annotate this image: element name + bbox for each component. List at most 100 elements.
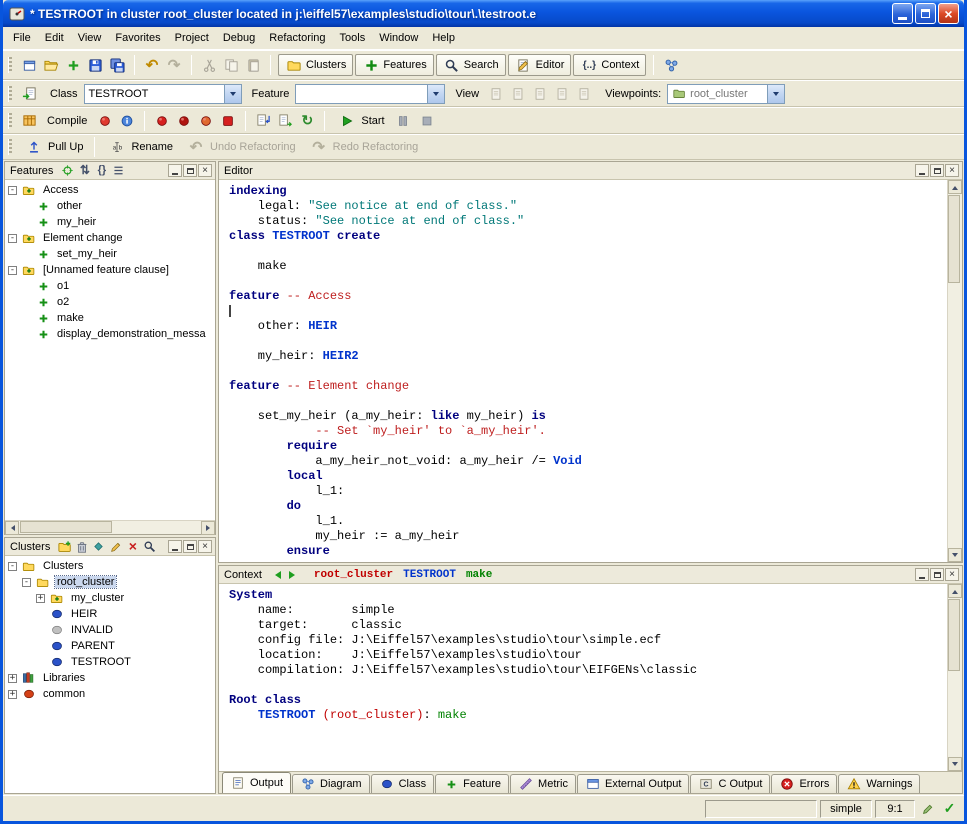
copy-icon[interactable] [220, 54, 242, 76]
add-icon[interactable] [62, 54, 84, 76]
scroll-left-button[interactable] [5, 521, 19, 535]
close-button[interactable]: × [938, 3, 959, 24]
tree-item-invalid[interactable]: INVALID [5, 622, 215, 638]
melt-icon[interactable] [94, 110, 116, 132]
toggle-editor[interactable]: Editor [508, 54, 572, 76]
scroll-track[interactable] [19, 521, 201, 534]
context-vertical-scrollbar[interactable] [947, 584, 962, 771]
list-icon[interactable] [110, 163, 127, 179]
breadcrumb-make[interactable]: make [466, 569, 492, 581]
feature-combobox[interactable] [295, 84, 445, 104]
tree-item-my-heir[interactable]: my_heir [5, 214, 215, 230]
target-icon[interactable] [59, 163, 76, 179]
collapse-icon[interactable]: - [8, 266, 17, 275]
combobox-dropdown-button[interactable] [767, 85, 784, 103]
remove-icon[interactable]: × [124, 539, 141, 555]
tab-output[interactable]: Output [222, 772, 291, 793]
menu-window[interactable]: Window [372, 29, 425, 47]
tree-item-other[interactable]: other [5, 198, 215, 214]
precompile-icon[interactable] [195, 110, 217, 132]
toolbar-grip[interactable] [8, 113, 12, 129]
editor-code-area[interactable]: indexing legal: "See notice at end of cl… [219, 180, 947, 562]
diagram-tool-icon[interactable] [660, 54, 682, 76]
info-icon[interactable] [116, 110, 138, 132]
menu-tools[interactable]: Tools [333, 29, 373, 47]
tree-item-common[interactable]: +common [5, 686, 215, 702]
menu-project[interactable]: Project [168, 29, 216, 47]
expand-icon[interactable]: + [8, 690, 17, 699]
toolbar-grip[interactable] [8, 86, 12, 102]
class-combobox[interactable]: TESTROOT [84, 84, 242, 104]
features-horizontal-scrollbar[interactable] [5, 520, 215, 534]
combobox-dropdown-button[interactable] [427, 85, 444, 103]
clusters-close-button[interactable]: × [198, 540, 212, 553]
view-interface-icon[interactable] [573, 83, 595, 105]
tree-item-o2[interactable]: o2 [5, 294, 215, 310]
refresh-icon[interactable]: ↻ [296, 110, 318, 132]
expand-icon[interactable]: + [8, 674, 17, 683]
pause-button[interactable] [392, 110, 414, 132]
redo-refactoring-button[interactable]: ↷Redo Refactoring [303, 136, 424, 158]
scroll-right-button[interactable] [201, 521, 215, 535]
delete-icon[interactable] [73, 539, 90, 555]
tab-diagram[interactable]: Diagram [292, 774, 370, 793]
tree-item-o1[interactable]: o1 [5, 278, 215, 294]
features-minimize-button[interactable] [168, 164, 182, 177]
clusters-minimize-button[interactable] [168, 540, 182, 553]
tab-warnings[interactable]: Warnings [838, 774, 920, 793]
menu-edit[interactable]: Edit [38, 29, 71, 47]
history-back-icon[interactable] [271, 571, 281, 579]
editor-close-button[interactable]: × [945, 164, 959, 177]
tree-item-unnamed-feature-clause[interactable]: -[Unnamed feature clause] [5, 262, 215, 278]
features-close-button[interactable]: × [198, 164, 212, 177]
scroll-thumb[interactable] [948, 599, 960, 671]
finalize-icon[interactable] [173, 110, 195, 132]
toggle-search[interactable]: Search [436, 54, 506, 76]
editor-vertical-scrollbar[interactable] [947, 180, 962, 562]
scroll-thumb[interactable] [948, 195, 960, 283]
editor-maximize-button[interactable] [930, 164, 944, 177]
tree-item-heir[interactable]: HEIR [5, 606, 215, 622]
undo-refactoring-button[interactable]: ↶Undo Refactoring [180, 136, 301, 158]
paste-icon[interactable] [242, 54, 264, 76]
toggle-context[interactable]: {..}Context [573, 54, 646, 76]
save-all-icon[interactable] [106, 54, 128, 76]
expand-icon[interactable]: + [36, 594, 45, 603]
tree-item-parent[interactable]: PARENT [5, 638, 215, 654]
editor-panel-titlebar[interactable]: Editor × [219, 162, 962, 180]
scroll-up-button[interactable] [948, 180, 962, 194]
toolbar-grip[interactable] [8, 139, 12, 155]
scroll-up-button[interactable] [948, 584, 962, 598]
combobox-dropdown-button[interactable] [224, 85, 241, 103]
rename-button[interactable]: abRename [101, 136, 178, 158]
collapse-icon[interactable]: - [22, 578, 31, 587]
title-bar[interactable]: * TESTROOT in cluster root_cluster locat… [3, 0, 964, 27]
context-minimize-button[interactable] [915, 568, 929, 581]
collapse-icon[interactable]: - [8, 186, 17, 195]
menu-refactoring[interactable]: Refactoring [262, 29, 332, 47]
toolbar-grip[interactable] [8, 57, 12, 73]
tree-item-make[interactable]: make [5, 310, 215, 326]
breadcrumb-root-cluster[interactable]: root_cluster [314, 569, 393, 581]
context-output-area[interactable]: System name: simple target: classic conf… [219, 584, 947, 771]
diamond-icon[interactable] [90, 539, 107, 555]
redo-disabled-icon[interactable]: ↷ [163, 54, 185, 76]
toggle-features[interactable]: Features [355, 54, 433, 76]
new-folder-icon[interactable] [56, 539, 73, 555]
menu-favorites[interactable]: Favorites [108, 29, 167, 47]
scroll-down-button[interactable] [948, 548, 962, 562]
open-icon[interactable] [40, 54, 62, 76]
step-into-icon[interactable] [252, 110, 274, 132]
tree-item-set-my-heir[interactable]: set_my_heir [5, 246, 215, 262]
tree-item-libraries[interactable]: +Libraries [5, 670, 215, 686]
tree-item-element-change[interactable]: -Element change [5, 230, 215, 246]
freeze-icon[interactable] [151, 110, 173, 132]
view-clickable-icon[interactable] [507, 83, 529, 105]
scroll-track[interactable] [948, 194, 962, 548]
features-panel-titlebar[interactable]: Features ⇅{} × [5, 162, 215, 180]
collapse-icon[interactable]: - [8, 562, 17, 571]
view-contract-icon[interactable] [551, 83, 573, 105]
tab-external-output[interactable]: External Output [577, 774, 689, 793]
editor-minimize-button[interactable] [915, 164, 929, 177]
tab-errors[interactable]: Errors [771, 774, 837, 793]
